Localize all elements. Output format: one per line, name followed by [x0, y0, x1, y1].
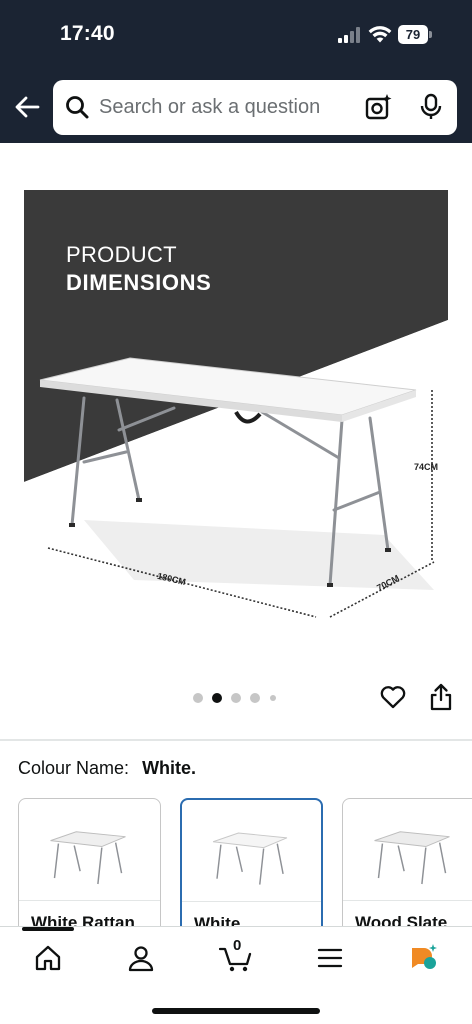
heart-icon[interactable]	[380, 684, 406, 710]
swatch-wood-slate[interactable]: Wood Slate	[342, 798, 472, 938]
pagination-dot[interactable]	[231, 693, 241, 703]
search-input[interactable]: Search or ask a question	[99, 96, 320, 119]
share-icon[interactable]	[430, 683, 452, 711]
colour-label: Colour Name:	[18, 758, 130, 778]
section-divider	[0, 739, 472, 741]
gallery-pagination-dots[interactable]	[193, 692, 283, 704]
pagination-dot-active[interactable]	[212, 693, 222, 703]
menu-icon[interactable]	[315, 943, 345, 973]
rufus-ai-icon[interactable]	[409, 943, 439, 973]
battery-icon: 79	[398, 25, 432, 44]
swatch-thumbnail	[343, 831, 472, 901]
swatch-white-selected[interactable]: White	[180, 798, 323, 938]
wifi-icon	[368, 26, 392, 43]
search-icon	[66, 96, 89, 119]
camera-search-icon[interactable]	[365, 93, 393, 121]
product-gallery[interactable]: PRODUCT DIMENSIONS 74CM 180CM 70CM	[0, 143, 472, 739]
pagination-dot[interactable]	[193, 693, 203, 703]
search-bar[interactable]: Search or ask a question	[53, 80, 457, 135]
pagination-dot[interactable]	[250, 693, 260, 703]
home-indicator-bar	[152, 1008, 320, 1014]
image-heading-line1: PRODUCT	[66, 242, 177, 267]
pagination-dot[interactable]	[270, 695, 276, 701]
cart-count-badge: 0	[233, 937, 242, 954]
swatch-thumbnail	[182, 832, 321, 902]
colour-name-row: Colour Name: White.	[18, 758, 196, 779]
battery-level: 79	[398, 25, 428, 44]
colour-value: White.	[142, 758, 197, 778]
active-tab-indicator	[22, 927, 74, 931]
top-bar: 17:40 79 Search or ask a question	[0, 0, 472, 143]
status-bar: 17:40 79	[0, 0, 472, 70]
swatch-thumbnail	[19, 831, 160, 901]
image-heading-line2: DIMENSIONS	[66, 270, 212, 295]
status-time: 17:40	[60, 22, 115, 45]
dimension-height-label: 74CM	[414, 462, 439, 472]
account-icon[interactable]	[126, 943, 156, 973]
back-arrow-icon[interactable]	[12, 92, 42, 122]
cellular-signal-icon	[338, 27, 364, 43]
home-icon[interactable]	[33, 943, 63, 973]
swatch-white-rattan[interactable]: White Rattan	[18, 798, 161, 938]
microphone-icon[interactable]	[419, 93, 443, 121]
